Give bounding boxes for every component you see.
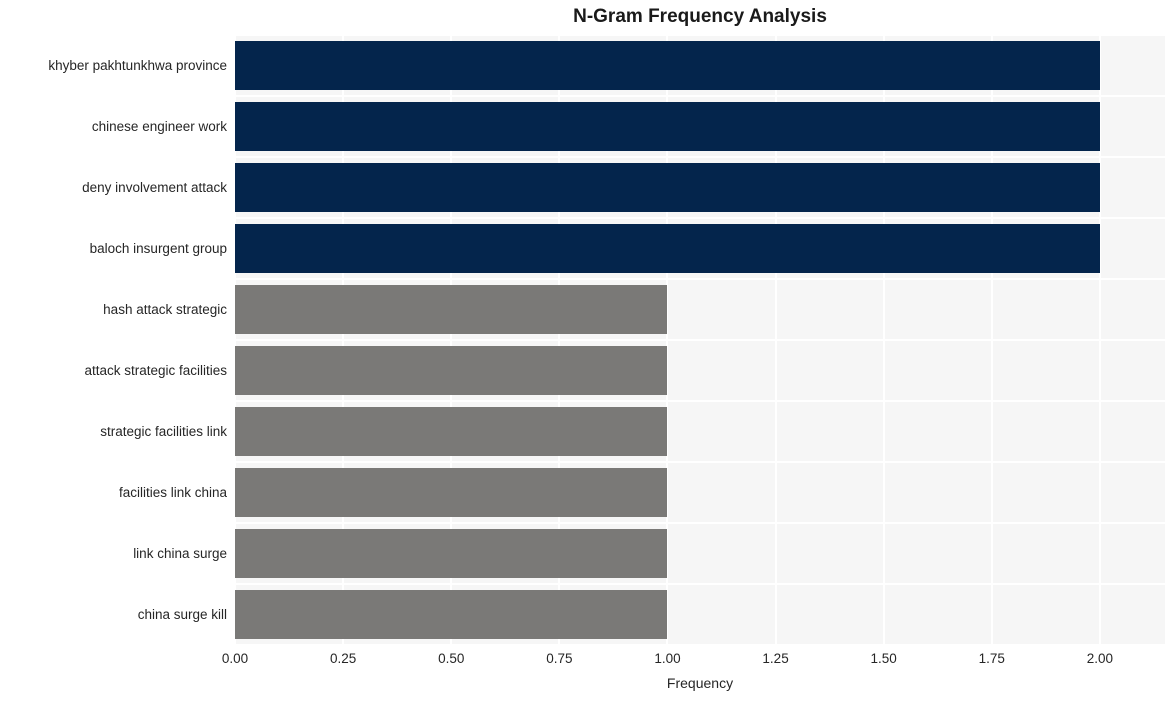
- bar: [235, 345, 668, 396]
- bar: [235, 101, 1100, 152]
- page-title: N-Gram Frequency Analysis: [573, 6, 827, 27]
- horizontal-gridline: [235, 95, 1165, 97]
- bar: [235, 162, 1100, 213]
- horizontal-gridline: [235, 339, 1165, 341]
- x-axis-tick-label: 1.50: [870, 651, 897, 666]
- bar: [235, 284, 668, 335]
- bar: [235, 40, 1100, 91]
- horizontal-gridline: [235, 217, 1165, 219]
- horizontal-gridline: [235, 644, 1165, 645]
- x-axis-tick-label: 1.75: [978, 651, 1005, 666]
- y-axis-tick-label: strategic facilities link: [100, 423, 227, 439]
- bar: [235, 467, 668, 518]
- horizontal-gridline: [235, 400, 1165, 402]
- bar: [235, 406, 668, 457]
- x-axis-tick-label: 2.00: [1086, 651, 1114, 666]
- x-axis-tick-label: 0.25: [329, 651, 357, 666]
- y-axis-tick-label: facilities link china: [118, 484, 227, 500]
- y-axis-tick-label: baloch insurgent group: [89, 240, 227, 256]
- y-axis-tick-labels: khyber pakhtunkhwa province chinese engin…: [0, 35, 227, 645]
- horizontal-gridline: [235, 35, 1165, 36]
- y-axis-tick-label: hash attack strategic: [103, 301, 227, 317]
- x-axis-tick-label: 1.00: [654, 651, 681, 666]
- chart-figure: N-Gram Frequency Analysis khyber pakhtun…: [0, 0, 1175, 701]
- x-axis-title: Frequency: [666, 675, 734, 691]
- bar: [235, 528, 668, 579]
- x-axis-tick-label: 0.50: [438, 651, 465, 666]
- horizontal-gridline: [235, 156, 1165, 158]
- bar: [235, 589, 668, 640]
- x-axis-tick-label: 1.25: [762, 651, 789, 666]
- y-axis-tick-label: deny involvement attack: [82, 179, 227, 195]
- y-axis-tick-label: link china surge: [133, 545, 227, 561]
- bar: [235, 223, 1100, 274]
- y-axis-tick-label: attack strategic facilities: [84, 362, 227, 378]
- x-axis-tick-label: 0.00: [221, 651, 249, 666]
- y-axis-tick-label: china surge kill: [137, 606, 227, 622]
- horizontal-gridline: [235, 461, 1165, 463]
- x-axis-tick-label: 0.75: [546, 651, 573, 666]
- horizontal-gridline: [235, 522, 1165, 524]
- horizontal-gridline: [235, 583, 1165, 585]
- x-axis-tick-labels: 0.00 0.25 0.50 0.75 1.00 1.25 1.50 1.75 2.00: [222, 651, 1165, 670]
- y-axis-tick-label: khyber pakhtunkhwa province: [48, 57, 227, 73]
- y-axis-tick-label: chinese engineer work: [91, 118, 227, 134]
- horizontal-gridline: [235, 278, 1165, 280]
- plot-area: [235, 35, 1165, 645]
